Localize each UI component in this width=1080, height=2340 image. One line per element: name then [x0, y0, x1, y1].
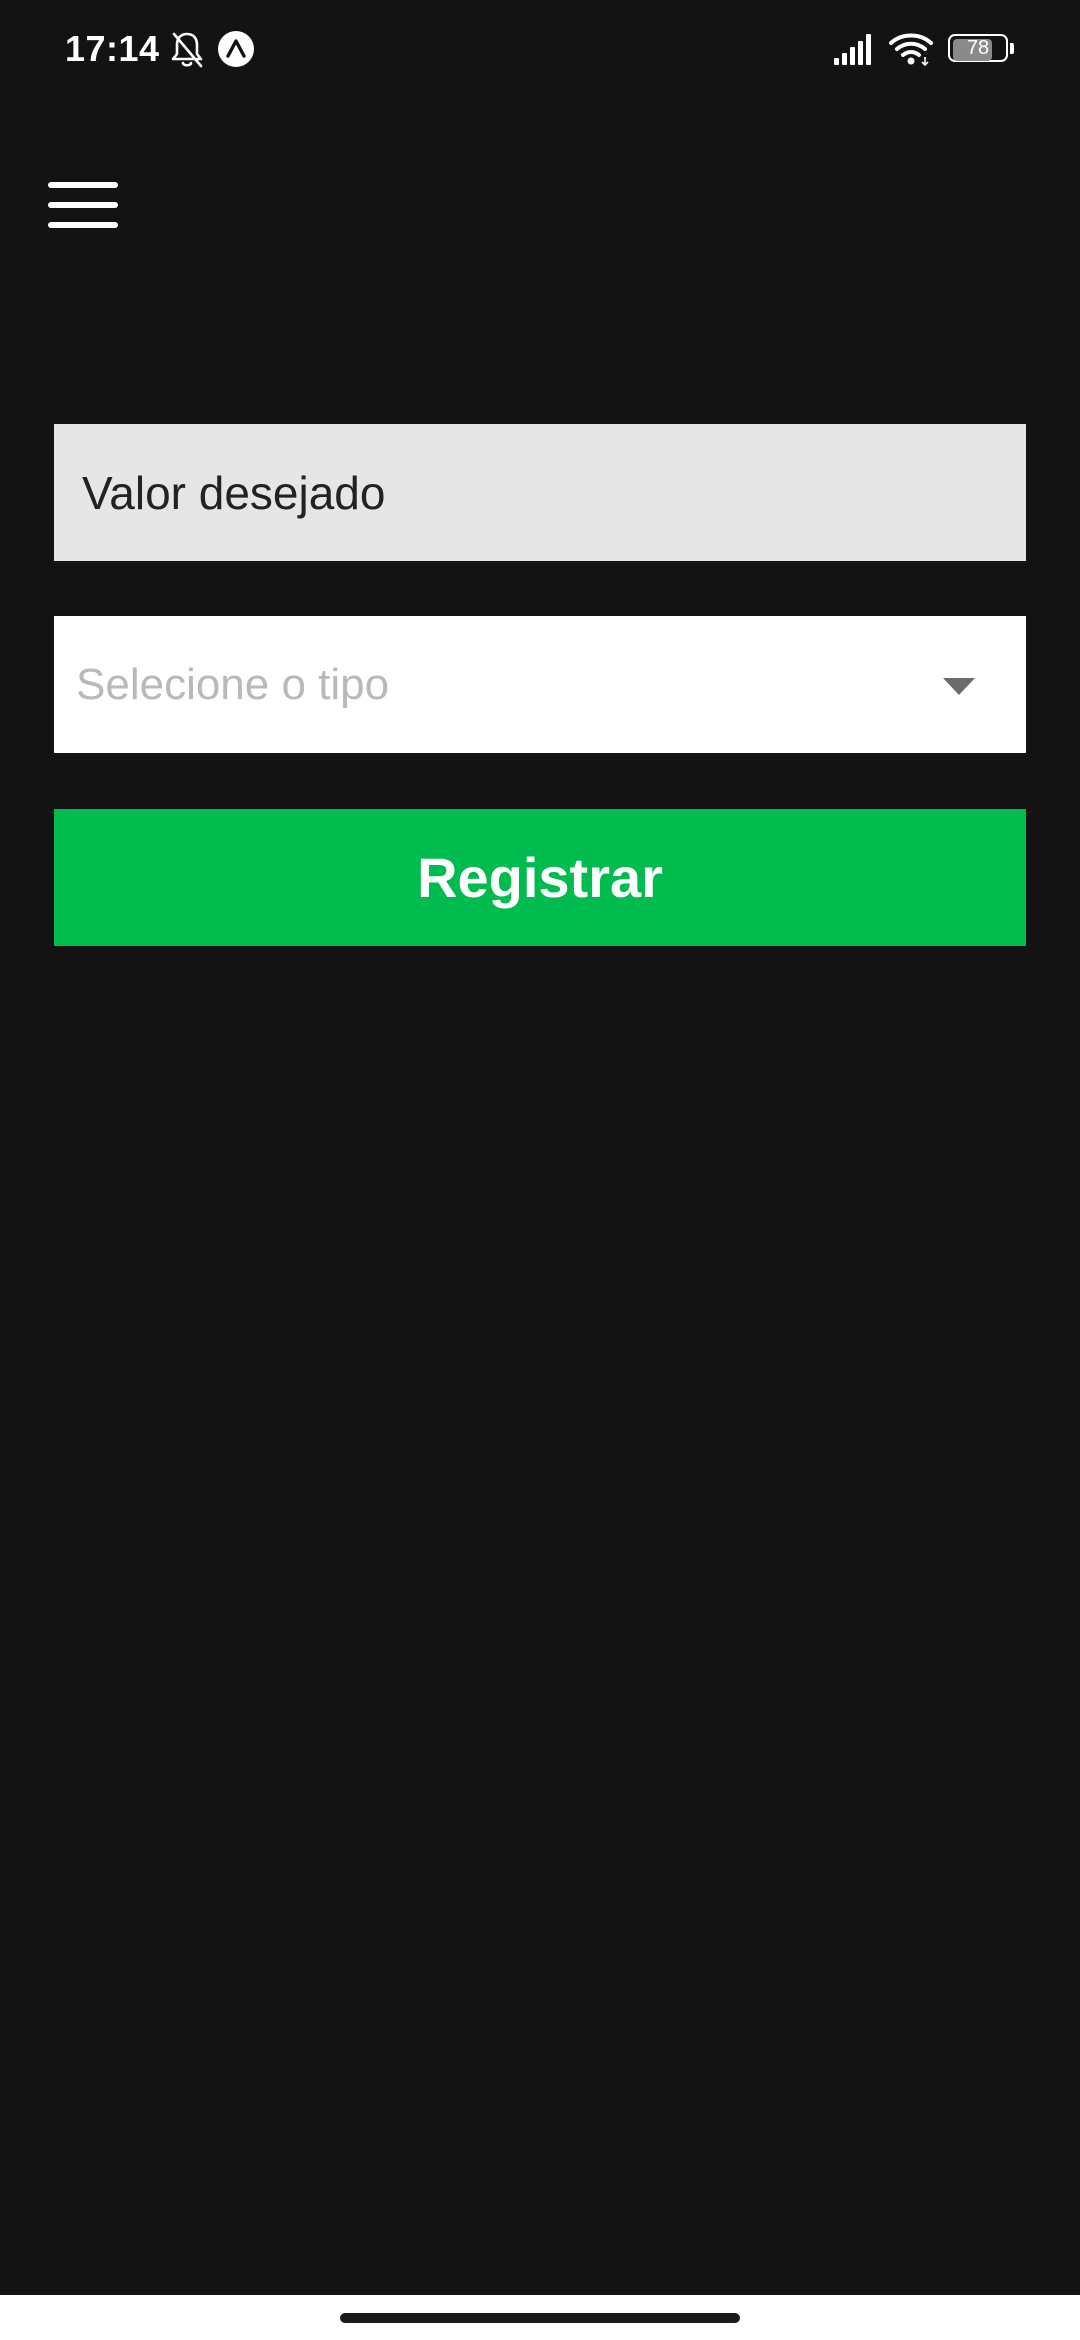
type-select-placeholder: Selecione o tipo: [76, 660, 390, 709]
register-button[interactable]: Registrar: [54, 809, 1026, 946]
menu-bar-bottom: [48, 222, 118, 228]
battery-icon: 78: [948, 34, 1016, 64]
status-bar: 17:14 78: [0, 0, 1080, 100]
signal-icon: [834, 34, 871, 65]
caret-down-icon: [943, 678, 975, 695]
menu-bar-middle: [48, 202, 118, 208]
system-nav-bar: [0, 2295, 1080, 2340]
type-select[interactable]: Selecione o tipo: [54, 616, 1026, 753]
wifi-icon: [889, 33, 933, 67]
battery-level: 78: [966, 37, 990, 59]
value-input[interactable]: [54, 424, 1026, 561]
menu-bar-top: [48, 182, 118, 188]
status-time: 17:14: [65, 28, 160, 69]
battery-nub: [1010, 43, 1014, 54]
bell-muted-icon: [171, 32, 203, 68]
hamburger-menu-icon[interactable]: [40, 170, 126, 240]
app-badge-icon: [218, 31, 254, 67]
app-screen: 17:14 78 Valor desejado Selecione o tipo…: [0, 0, 1080, 2340]
home-indicator[interactable]: [340, 2313, 740, 2323]
